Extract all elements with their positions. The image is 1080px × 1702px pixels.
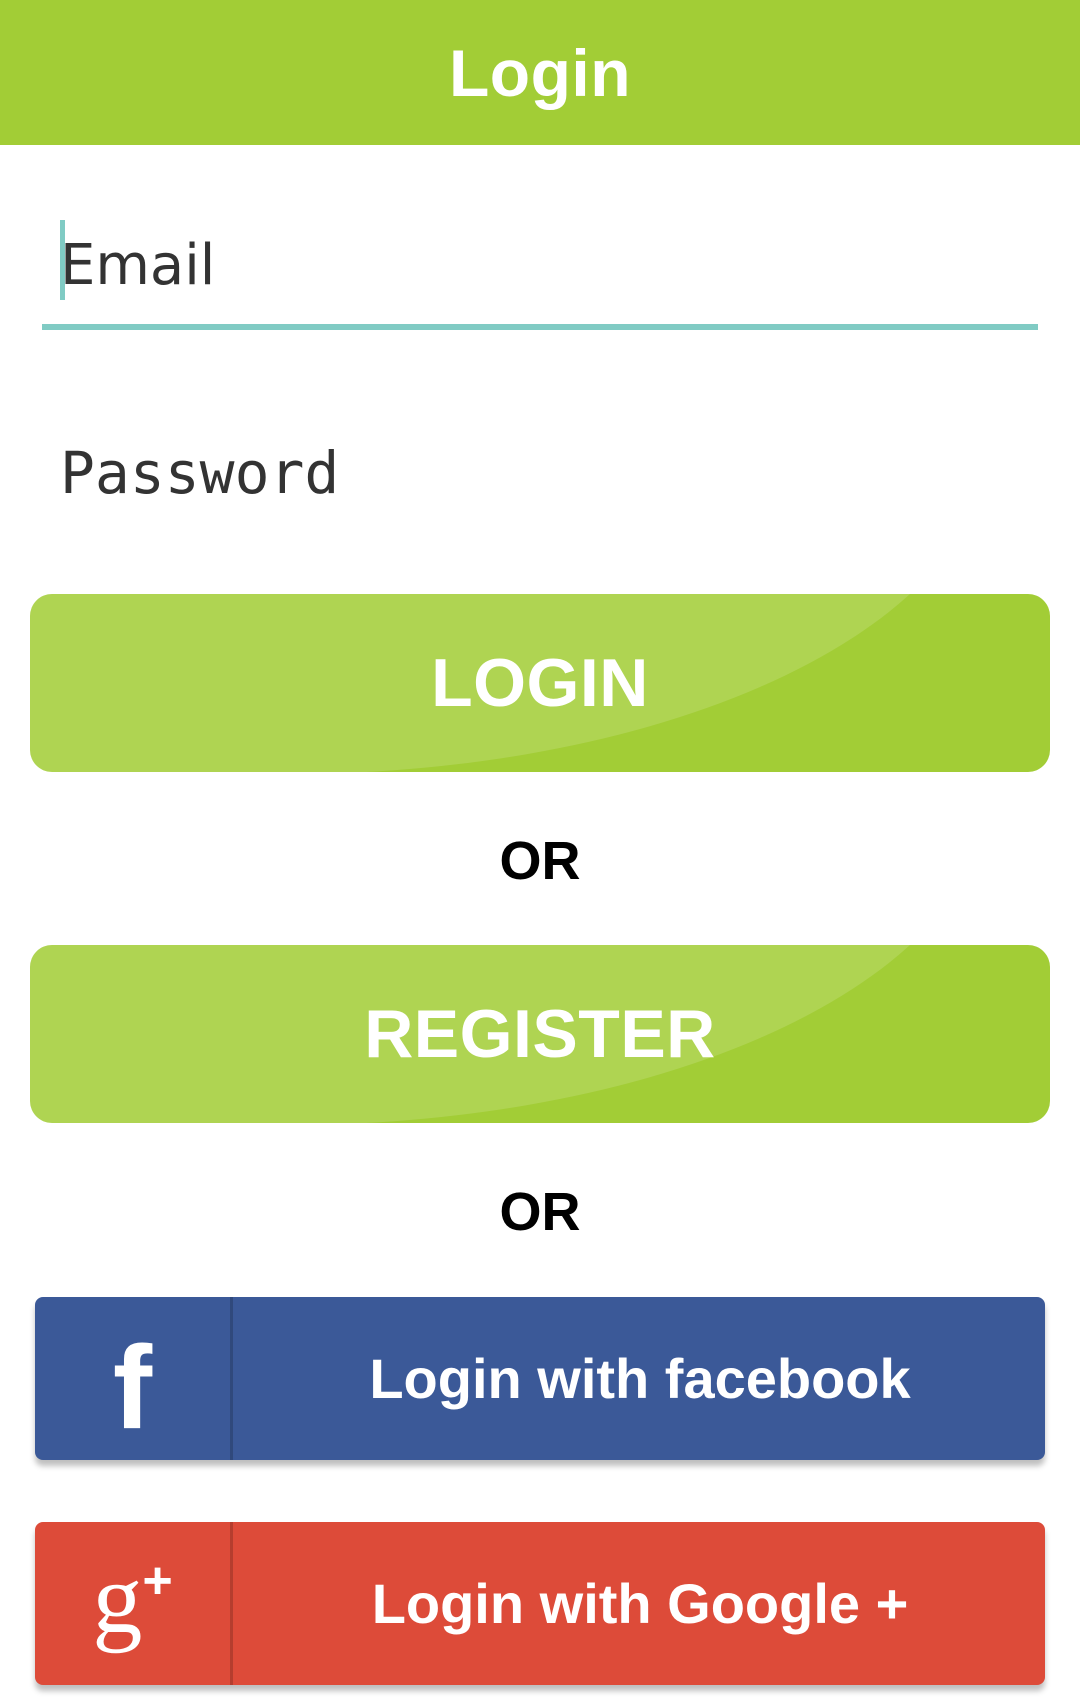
facebook-login-label: Login with facebook [369,1347,911,1410]
register-button[interactable]: REGISTER [30,945,1050,1123]
google-login-button[interactable]: g+ Login with Google + [35,1522,1045,1685]
password-field[interactable]: Password [42,425,1038,535]
register-button-label: REGISTER [364,996,716,1072]
login-screen: Login Email Password LOGIN OR REGISTER O… [0,0,1080,1702]
google-plus-sup: + [142,1551,173,1610]
email-placeholder: Email [60,233,216,298]
password-placeholder: Password [60,439,340,507]
email-field-underline [42,324,1038,330]
google-plus-icon-box: g+ [35,1522,233,1685]
email-field[interactable]: Email [42,215,1038,330]
or-separator: OR [499,831,581,891]
google-plus-icon: g+ [92,1548,173,1649]
app-toolbar: Login [0,0,1080,145]
google-plus-glyph: g [92,1542,143,1654]
or-separator: OR [499,1182,581,1242]
login-button[interactable]: LOGIN [30,594,1050,772]
facebook-icon: f [112,1321,153,1454]
facebook-icon-box: f [35,1297,233,1460]
facebook-login-button[interactable]: f Login with facebook [35,1297,1045,1460]
page-title: Login [448,35,632,110]
login-button-label: LOGIN [431,645,649,721]
google-login-label: Login with Google + [371,1572,909,1635]
